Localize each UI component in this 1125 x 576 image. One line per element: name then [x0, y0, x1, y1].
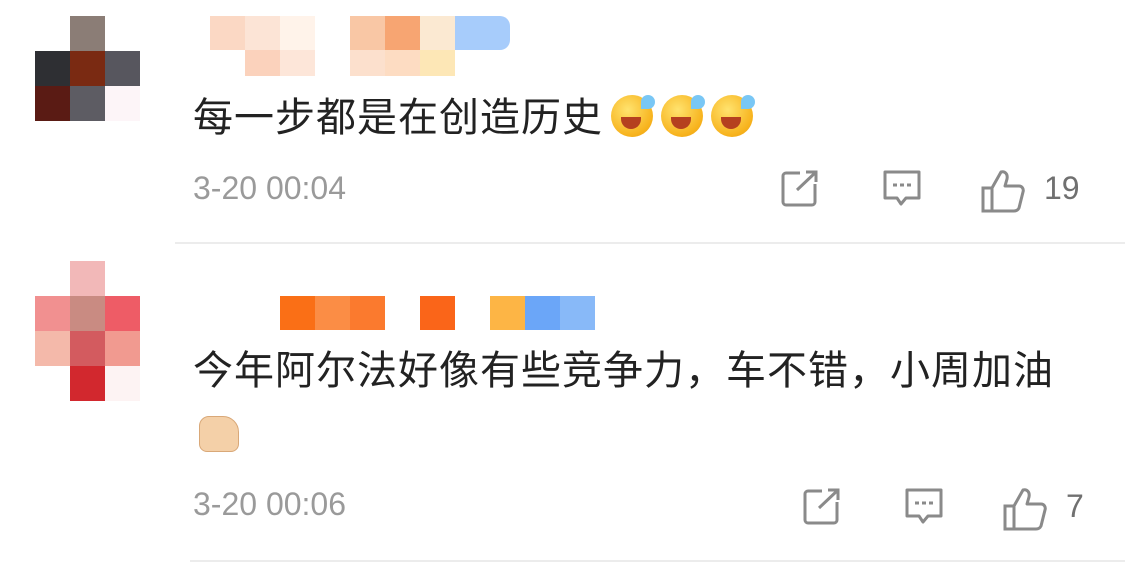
- share-icon[interactable]: [802, 486, 842, 526]
- comment-actions: 19: [780, 168, 1085, 218]
- crying-laughing-emoji-icon: [711, 95, 755, 137]
- username-pixelated[interactable]: [210, 16, 510, 76]
- crying-laughing-emoji-icon: [611, 95, 655, 137]
- comment-icon[interactable]: [882, 168, 922, 208]
- comment-item: 今年阿尔法好像有些竞争力，车不错，小周加油 3-20 00:06 7: [0, 258, 1125, 576]
- crying-laughing-emoji-icon: [661, 95, 705, 137]
- comment-item: 每一步都是在创造历史 3-20 00:04 19: [0, 0, 1125, 258]
- comment-body: 今年阿尔法好像有些竞争力，车不错，小周加油: [193, 348, 1054, 394]
- avatar[interactable]: [35, 16, 140, 121]
- comment-actions: 7: [802, 486, 1085, 536]
- thumbs-up-icon[interactable]: [1002, 486, 1048, 532]
- divider: [175, 242, 1125, 244]
- like-count: 7: [1066, 488, 1084, 524]
- thumbs-up-icon[interactable]: [980, 168, 1026, 214]
- like-count: 19: [1044, 170, 1080, 206]
- comment-text: 今年阿尔法好像有些竞争力，车不错，小周加油: [193, 338, 1063, 470]
- thumbs-up-emoji-icon: [199, 416, 239, 452]
- comment-body: 每一步都是在创造历史: [193, 95, 603, 141]
- comment-timestamp: 3-20 00:04: [193, 170, 347, 206]
- comment-timestamp: 3-20 00:06: [193, 486, 347, 522]
- comment-icon[interactable]: [904, 486, 944, 526]
- username-pixelated[interactable]: [280, 296, 595, 330]
- divider: [190, 560, 1125, 562]
- share-icon[interactable]: [780, 168, 820, 208]
- comment-text: 每一步都是在创造历史: [193, 85, 1063, 151]
- avatar[interactable]: [35, 261, 140, 401]
